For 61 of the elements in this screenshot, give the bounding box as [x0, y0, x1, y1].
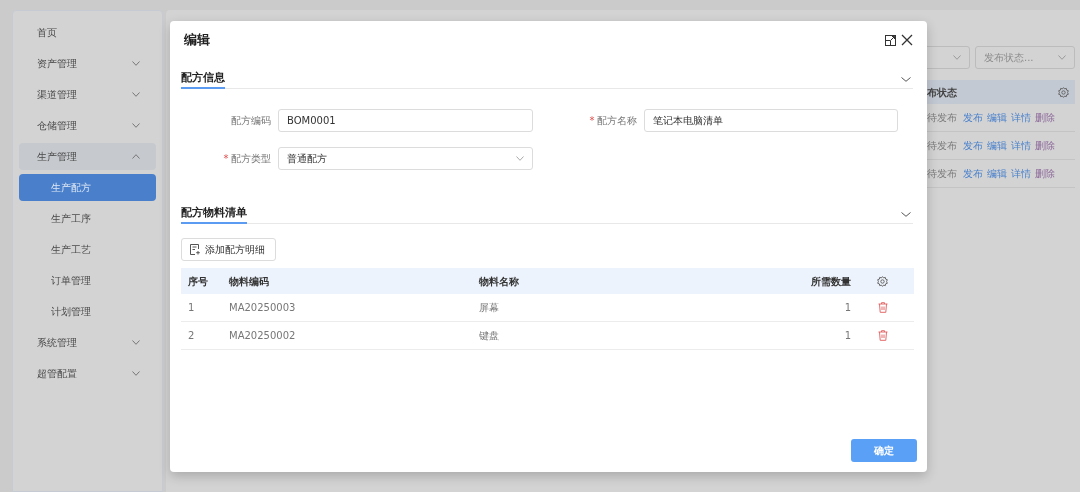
- field-label: 配方名称: [597, 114, 637, 128]
- field-label: 配方类型: [231, 152, 271, 166]
- chevron-down-icon: [132, 92, 140, 97]
- status-cell-text: 待发布: [927, 167, 957, 181]
- chevron-down-icon: [132, 61, 140, 66]
- chevron-down-icon[interactable]: [901, 212, 911, 217]
- field-label: 配方编码: [231, 114, 271, 128]
- chevron-down-icon: [132, 371, 140, 376]
- sidebar-item[interactable]: 系统管理: [19, 329, 156, 356]
- chevron-down-icon: [132, 123, 140, 128]
- sidebar-item[interactable]: 生产管理: [19, 143, 156, 170]
- required-mark: *: [589, 114, 595, 128]
- delete-icon[interactable]: [877, 302, 888, 313]
- chevron-up-icon: [132, 154, 140, 159]
- chevron-down-icon[interactable]: [901, 77, 911, 82]
- maximize-icon[interactable]: [885, 34, 896, 46]
- column-header: 物料编码: [229, 274, 270, 289]
- table-cell-text: 1: [843, 301, 851, 315]
- input-field[interactable]: 笔记本电脑清单: [644, 109, 898, 132]
- close-icon[interactable]: [901, 34, 913, 46]
- action-link[interactable]: 删除: [1035, 138, 1055, 153]
- add-list-icon: [190, 244, 201, 255]
- action-link[interactable]: 删除: [1035, 166, 1055, 181]
- chevron-down-icon: [1058, 55, 1066, 60]
- sidebar-subitem[interactable]: 计划管理: [19, 298, 156, 325]
- chevron-down-icon: [132, 340, 140, 345]
- sidebar-item[interactable]: 资产管理: [19, 50, 156, 77]
- status-cell-text: 待发布: [927, 111, 957, 125]
- sidebar-subitem[interactable]: 生产配方: [19, 174, 156, 201]
- delete-icon[interactable]: [877, 330, 888, 341]
- column-header: 布状态: [927, 85, 957, 100]
- table-cell-text: 键盘: [479, 329, 500, 343]
- chevron-down-icon: [516, 156, 524, 161]
- add-detail-button[interactable]: 添加配方明细: [181, 238, 276, 261]
- status-cell-text: 待发布: [927, 139, 957, 153]
- sidebar-subitem[interactable]: 订单管理: [19, 267, 156, 294]
- table-cell-text: 1: [188, 301, 196, 315]
- column-header: 所需数量: [810, 274, 851, 289]
- action-link[interactable]: 删除: [1035, 110, 1055, 125]
- sidebar-subitem[interactable]: 生产工序: [19, 205, 156, 232]
- table-cell-text: 2: [188, 329, 196, 343]
- required-mark: *: [223, 152, 229, 166]
- dialog-title: 编辑: [184, 31, 210, 50]
- settings-icon[interactable]: [1058, 86, 1069, 98]
- table-cell-text: 1: [843, 329, 851, 343]
- select-field[interactable]: 普通配方: [278, 147, 533, 170]
- column-header: 物料名称: [479, 274, 520, 289]
- settings-icon[interactable]: [877, 275, 888, 287]
- sidebar-subitem[interactable]: 生产工艺: [19, 236, 156, 263]
- column-header: 序号: [188, 274, 209, 289]
- sidebar-item[interactable]: 仓储管理: [19, 112, 156, 139]
- table-cell-text: MA20250003: [229, 301, 297, 315]
- table-cell-text: MA20250002: [229, 329, 297, 343]
- sidebar-item[interactable]: 超管配置: [19, 360, 156, 387]
- input-field[interactable]: BOM0001: [278, 109, 533, 132]
- sidebar-item[interactable]: 首页: [19, 19, 156, 46]
- chevron-down-icon: [953, 55, 961, 60]
- section-title: 配方信息: [181, 69, 225, 89]
- section-title: 配方物料清单: [181, 204, 247, 224]
- table-cell-text: 屏幕: [479, 301, 500, 315]
- sidebar-item[interactable]: 渠道管理: [19, 81, 156, 108]
